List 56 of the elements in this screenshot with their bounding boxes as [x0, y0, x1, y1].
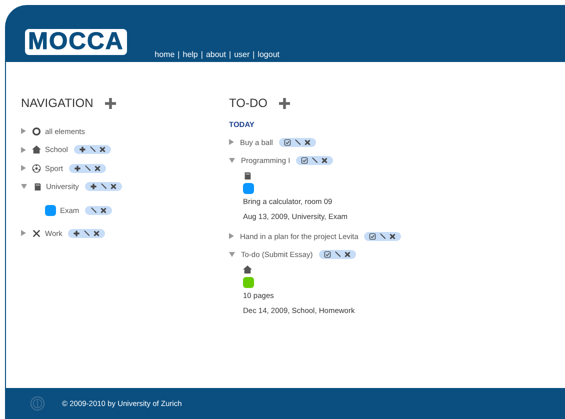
link-separator: |: [200, 50, 203, 59]
add-icon[interactable]: [73, 230, 80, 237]
add-icon[interactable]: [105, 98, 116, 108]
delete-icon[interactable]: [110, 183, 117, 190]
nav-link[interactable]: user: [234, 50, 250, 59]
ring-icon: [32, 126, 41, 136]
delete-icon[interactable]: [389, 232, 396, 240]
expand-arrow-icon[interactable]: [229, 233, 234, 240]
checkbox-icon[interactable]: [324, 251, 331, 258]
pencil-icon[interactable]: [83, 230, 90, 237]
add-icon[interactable]: [78, 146, 86, 154]
delete-icon[interactable]: [344, 251, 351, 258]
delete-icon[interactable]: [94, 164, 101, 172]
nav-link[interactable]: help: [182, 50, 198, 59]
section-title: NAVIGATION: [21, 96, 94, 110]
delete-icon[interactable]: [98, 146, 106, 154]
delete-icon[interactable]: [304, 138, 311, 146]
link-separator: |: [252, 50, 255, 59]
expand-arrow-icon[interactable]: [21, 230, 26, 236]
nav-link[interactable]: about: [206, 50, 226, 59]
add-icon[interactable]: [90, 183, 97, 190]
expand-arrow-icon[interactable]: [21, 128, 26, 134]
delete-icon[interactable]: [321, 157, 328, 164]
checkbox-icon[interactable]: [284, 138, 291, 146]
expand-arrow-icon[interactable]: [21, 165, 26, 172]
ball-icon: [32, 164, 41, 173]
expand-arrow-icon[interactable]: [229, 139, 234, 146]
house-icon: [243, 265, 252, 274]
link-separator: |: [178, 50, 180, 59]
pencil-icon[interactable]: [100, 183, 107, 190]
pencil-icon[interactable]: [90, 206, 98, 214]
seal-icon: [30, 396, 45, 411]
logo: MOCCA: [25, 29, 127, 55]
book-icon: [33, 182, 42, 192]
delete-icon[interactable]: [100, 206, 108, 214]
delete-icon[interactable]: [93, 230, 100, 237]
pencil-icon[interactable]: [311, 157, 318, 164]
pencil-icon[interactable]: [294, 138, 301, 146]
house-icon: [32, 145, 41, 154]
expand-arrow-icon[interactable]: [21, 146, 26, 153]
pencil-icon[interactable]: [84, 164, 91, 172]
section-title: TO-DO: [229, 96, 268, 110]
nav-link[interactable]: logout: [258, 50, 280, 59]
link-separator: |: [228, 50, 232, 59]
checkbox-icon[interactable]: [301, 157, 308, 164]
nav-link[interactable]: home: [154, 50, 175, 59]
expand-arrow-icon[interactable]: [229, 252, 235, 258]
pencil-icon[interactable]: [334, 251, 341, 258]
add-icon[interactable]: [74, 164, 81, 172]
expand-arrow-icon[interactable]: [229, 158, 235, 164]
add-icon[interactable]: [279, 98, 290, 108]
expand-arrow-icon[interactable]: [21, 184, 27, 190]
pencil-icon[interactable]: [379, 232, 386, 240]
book-icon: [243, 171, 252, 180]
pencil-icon[interactable]: [88, 146, 96, 154]
checkbox-icon[interactable]: [369, 232, 376, 240]
